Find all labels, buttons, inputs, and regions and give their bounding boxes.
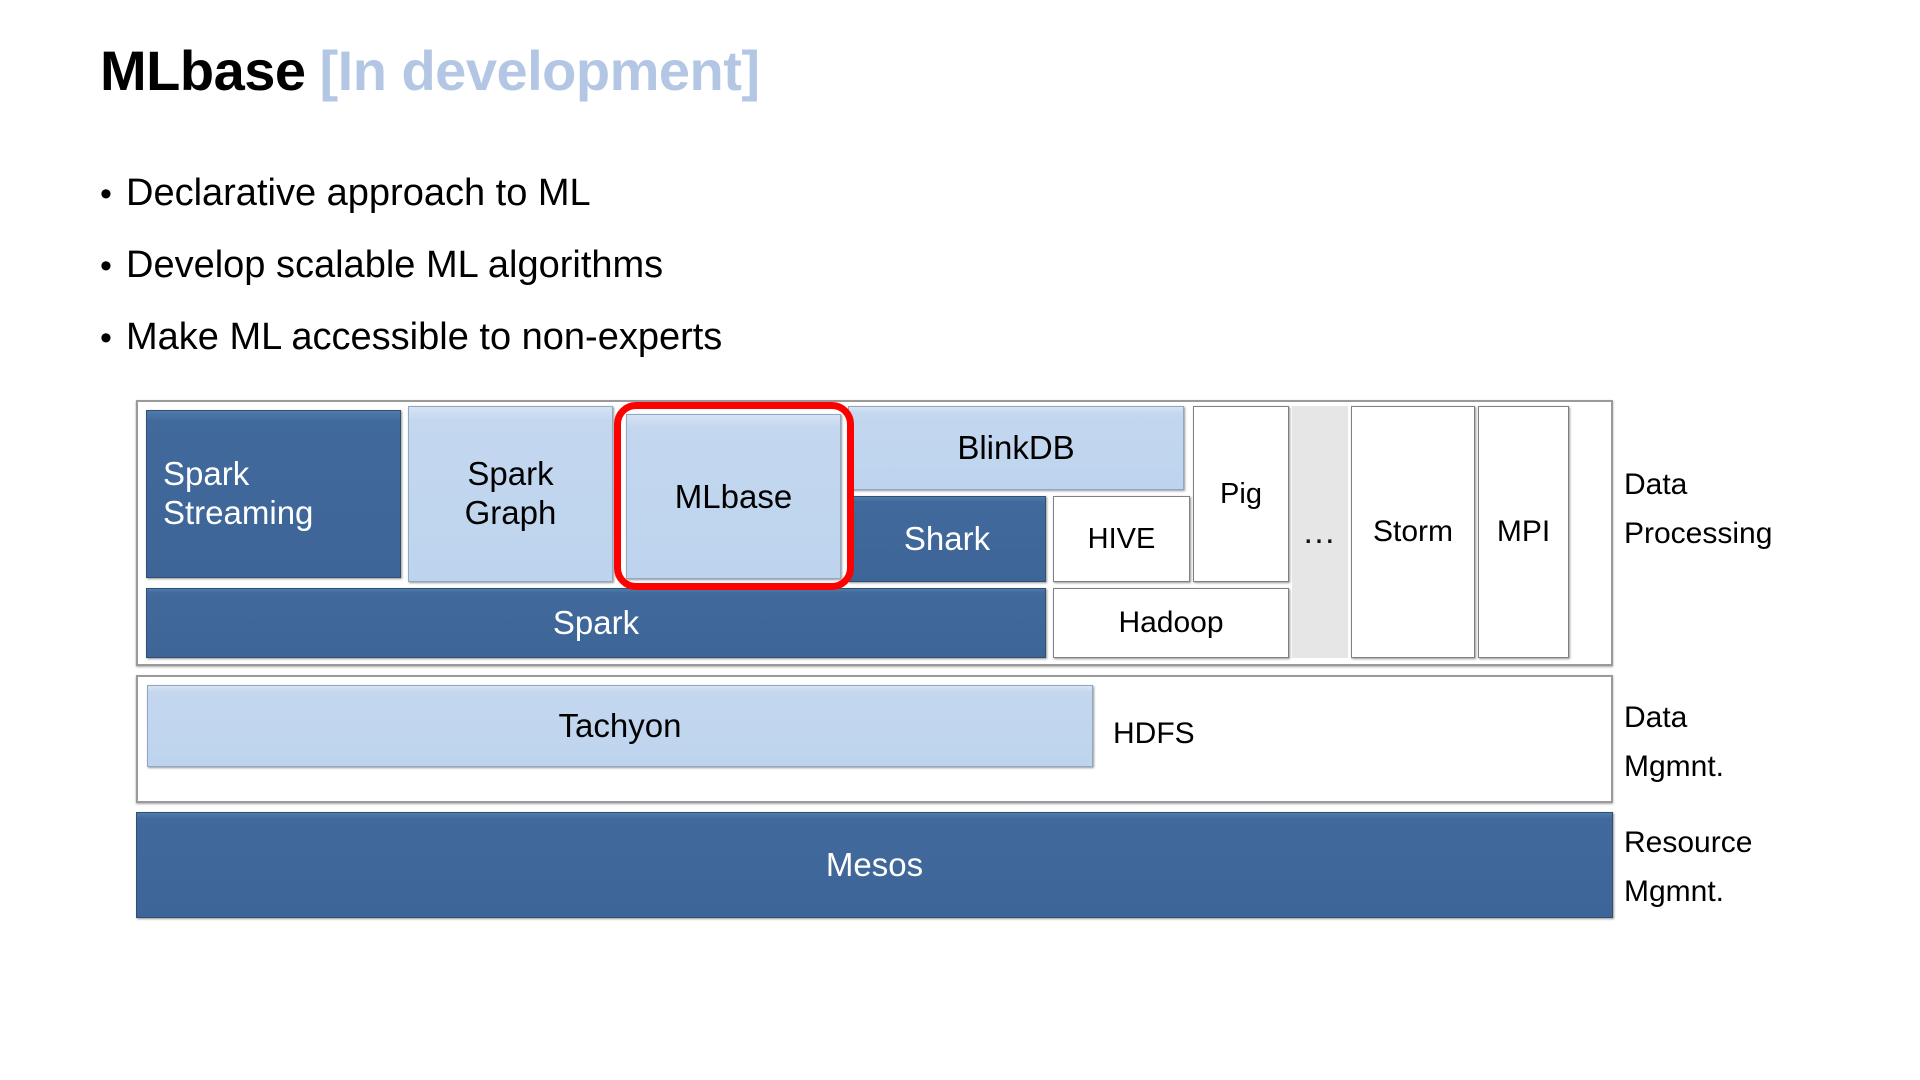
list-item: • Develop scalable ML algorithms [100,230,722,302]
block-ellipsis: … [1292,406,1348,658]
block-hadoop-label: Hadoop [1118,606,1224,639]
list-item: • Declarative approach to ML [100,158,722,230]
bullet-text: Declarative approach to ML [126,172,591,214]
block-spark-streaming[interactable]: Spark Streaming [146,410,401,578]
block-spark-graph-label: Spark Graph [464,455,557,531]
block-storm-label: Storm [1372,515,1453,548]
block-storm[interactable]: Storm [1351,406,1475,658]
tier-label-data-mgmt: Data Mgmnt. [1624,701,1725,783]
block-spark-graph[interactable]: Spark Graph [408,406,613,582]
tier-label-resource-mgmt: Resource Mgmnt. [1624,826,1753,908]
tier-data-mgmt: Tachyon HDFS Data Mgmnt. [136,675,1724,803]
bdas-stack-diagram: Spark Streaming Spark Graph MLbase Blink… [136,400,1772,927]
block-hdfs[interactable]: Tachyon HDFS [136,675,1613,803]
tier-data-processing-frame: Spark Streaming Spark Graph MLbase Blink… [136,400,1613,666]
title-status-text: [In development] [319,39,761,102]
block-shark[interactable]: Shark [848,496,1046,582]
block-hive-label: HIVE [1087,522,1156,555]
tier-resource-mgmt: Mesos Resource Mgmnt. [136,812,1752,918]
block-hive[interactable]: HIVE [1053,496,1190,582]
block-pig-label: Pig [1220,477,1262,510]
block-mlbase[interactable]: MLbase [626,414,841,579]
block-spark-streaming-label: Spark Streaming [163,455,314,531]
bullet-marker-icon: • [100,247,112,285]
block-hdfs-label: HDFS [1113,717,1195,750]
page-title: MLbase [In development] [100,38,760,103]
tier-label-data-processing: Data Processing [1624,468,1773,550]
bullet-marker-icon: • [100,175,112,213]
block-tachyon[interactable]: Tachyon [147,685,1093,767]
bullet-marker-icon: • [100,319,112,357]
block-shark-label: Shark [903,520,991,557]
block-mesos[interactable]: Mesos [136,812,1613,918]
block-blinkdb[interactable]: BlinkDB [848,406,1184,490]
block-pig[interactable]: Pig [1193,406,1289,582]
block-tachyon-label: Tachyon [558,707,682,744]
block-spark[interactable]: Spark [146,588,1046,658]
bullet-text: Make ML accessible to non-experts [126,316,723,358]
block-blinkdb-label: BlinkDB [957,429,1075,466]
block-mpi[interactable]: MPI [1478,406,1569,658]
block-spark-label: Spark [552,604,640,641]
bullet-list: • Declarative approach to ML • Develop sca… [100,158,722,374]
block-mesos-label: Mesos [825,846,924,883]
title-main-text: MLbase [100,39,306,102]
tier-data-processing: Spark Streaming Spark Graph MLbase Blink… [136,400,1772,666]
block-hadoop[interactable]: Hadoop [1053,588,1289,658]
ellipsis-icon: … [1302,512,1338,551]
list-item: • Make ML accessible to non-experts [100,302,722,374]
bullet-text: Develop scalable ML algorithms [126,244,664,286]
block-mpi-label: MPI [1496,515,1551,548]
block-mlbase-label: MLbase [674,477,793,515]
